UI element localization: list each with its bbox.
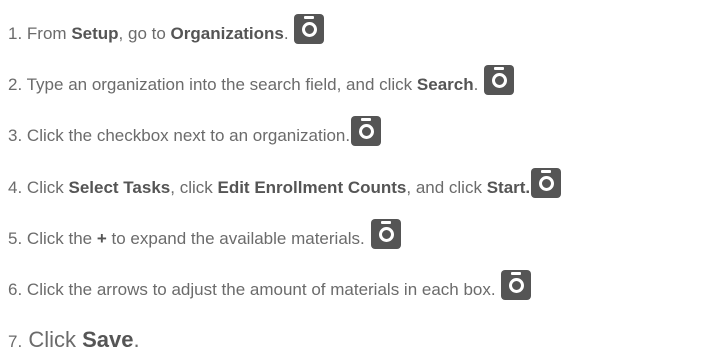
- step-number: 7.: [8, 332, 23, 351]
- step-keyword: Edit Enrollment Counts: [217, 178, 407, 197]
- instruction-steps: 1. From Setup, go to Organizations. 2. T…: [0, 0, 705, 362]
- camera-icon[interactable]: [351, 116, 382, 146]
- step-text: .: [133, 327, 140, 352]
- step-2: 2. Type an organization into the search …: [8, 65, 515, 95]
- step-1: 1. From Setup, go to Organizations.: [8, 14, 325, 44]
- step-text: to expand the available materials.: [106, 229, 365, 248]
- camera-icon[interactable]: [501, 270, 532, 300]
- step-4: 4. Click Select Tasks, click Edit Enroll…: [8, 168, 562, 198]
- step-text: Click the checkbox next to an organizati…: [26, 126, 351, 145]
- plus-symbol: +: [96, 229, 107, 248]
- step-text: , go to: [118, 24, 171, 43]
- step-number: 2.: [8, 75, 23, 94]
- camera-icon[interactable]: [370, 219, 401, 249]
- step-6: 6. Click the arrows to adjust the amount…: [8, 270, 532, 300]
- step-7: 7. Click Save.: [8, 327, 140, 355]
- step-keyword: Search: [416, 75, 474, 94]
- step-keyword: Select Tasks: [68, 178, 171, 197]
- step-text: Click the: [26, 229, 97, 248]
- step-number: 4.: [8, 178, 23, 197]
- step-text: Click the arrows to adjust the amount of…: [26, 280, 496, 299]
- step-text: .: [473, 75, 479, 94]
- step-5: 5. Click the + to expand the available m…: [8, 219, 401, 249]
- camera-icon[interactable]: [484, 65, 515, 95]
- step-text: , click: [170, 178, 218, 197]
- step-number: 6.: [8, 280, 23, 299]
- step-keyword: Setup: [71, 24, 119, 43]
- camera-icon[interactable]: [531, 168, 562, 198]
- step-number: 3.: [8, 126, 23, 145]
- step-text: .: [283, 24, 289, 43]
- step-number: 5.: [8, 229, 23, 248]
- camera-icon[interactable]: [294, 14, 325, 44]
- step-keyword: Save: [82, 327, 134, 352]
- step-keyword: Organizations: [170, 24, 284, 43]
- step-text: Type an organization into the search fie…: [26, 75, 417, 94]
- step-text: Click: [26, 178, 69, 197]
- step-keyword: Start.: [486, 178, 531, 197]
- step-text: From: [26, 24, 72, 43]
- step-3: 3. Click the checkbox next to an organiz…: [8, 116, 382, 146]
- step-text: Click: [28, 327, 83, 352]
- step-number: 1.: [8, 24, 23, 43]
- step-text: , and click: [406, 178, 487, 197]
